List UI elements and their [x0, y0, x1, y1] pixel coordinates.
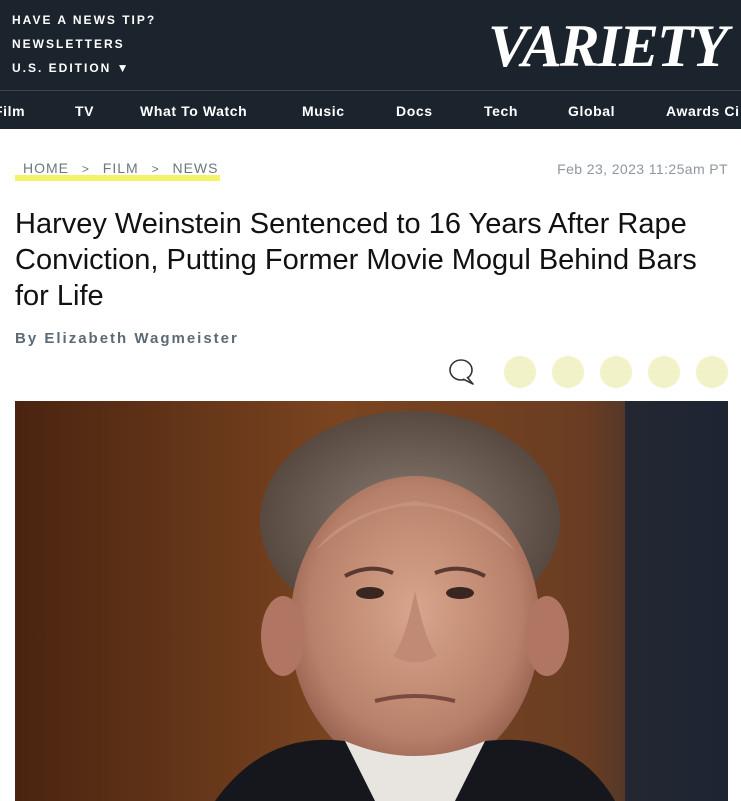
nav-item-awards-circuit[interactable]: Awards Ci [666, 103, 740, 119]
nav-item-tv[interactable]: TV [75, 103, 94, 119]
article-title: Harvey Weinstein Sentenced to 16 Years A… [15, 208, 697, 312]
byline-prefix: By [15, 330, 39, 347]
main-nav: Film TV What To Watch Music Docs Tech Gl… [0, 90, 741, 129]
share-button-2[interactable] [552, 356, 584, 388]
hero-photo [15, 401, 728, 801]
breadcrumb-home[interactable]: HOME [23, 160, 69, 176]
site-header: HAVE A NEWS TIP? NEWSLETTERS U.S. EDITIO… [0, 0, 741, 90]
author-link[interactable]: Elizabeth Wagmeister [44, 330, 238, 347]
share-button-4[interactable] [648, 356, 680, 388]
utility-links: HAVE A NEWS TIP? NEWSLETTERS U.S. EDITIO… [12, 14, 156, 86]
edition-selector[interactable]: U.S. EDITION ▼ [12, 62, 156, 74]
publish-date: Feb 23, 2023 11:25am PT [557, 161, 728, 177]
share-button-3[interactable] [600, 356, 632, 388]
nav-item-docs[interactable]: Docs [396, 103, 433, 119]
nav-item-film[interactable]: Film [0, 103, 25, 119]
news-tip-link[interactable]: HAVE A NEWS TIP? [12, 14, 156, 26]
nav-item-global[interactable]: Global [568, 103, 615, 119]
newsletters-link[interactable]: NEWSLETTERS [12, 38, 156, 50]
breadcrumb-separator: > [81, 162, 90, 176]
breadcrumb-film[interactable]: FILM [103, 160, 139, 176]
comment-icon[interactable] [448, 358, 476, 386]
nav-item-tech[interactable]: Tech [484, 103, 518, 119]
byline: By Elizabeth Wagmeister [15, 330, 239, 348]
breadcrumb-separator: > [151, 162, 160, 176]
breadcrumb: HOME > FILM > NEWS [15, 160, 220, 181]
nav-item-what-to-watch[interactable]: What To Watch [140, 103, 247, 119]
breadcrumb-news[interactable]: NEWS [172, 160, 218, 176]
share-button-1[interactable] [504, 356, 536, 388]
share-button-5[interactable] [696, 356, 728, 388]
nav-item-music[interactable]: Music [302, 103, 345, 119]
variety-logo[interactable]: VARIETY [488, 16, 728, 76]
